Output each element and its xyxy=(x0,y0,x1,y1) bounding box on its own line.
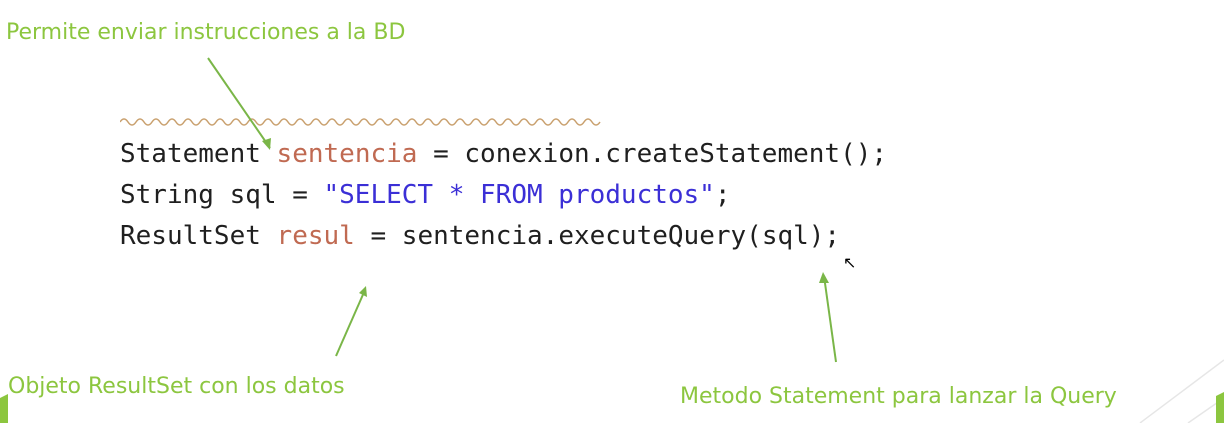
slide-bracket-left xyxy=(0,394,8,423)
arrow-overlay xyxy=(0,57,1224,423)
slide-bracket-right xyxy=(1216,392,1224,423)
arrow-bottom-right xyxy=(823,275,837,363)
arrow-bottom-right-head xyxy=(819,272,829,283)
arrow-top xyxy=(207,57,271,149)
arrow-bottom-left xyxy=(335,289,366,357)
annotation-executequery: Metodo Statement para lanzar la Query xyxy=(680,384,1117,409)
annotation-resultset: Objeto ResultSet con los datos xyxy=(8,374,345,399)
slide-corner-decoration xyxy=(1139,359,1224,423)
mouse-cursor-icon: ↖ xyxy=(843,253,857,272)
